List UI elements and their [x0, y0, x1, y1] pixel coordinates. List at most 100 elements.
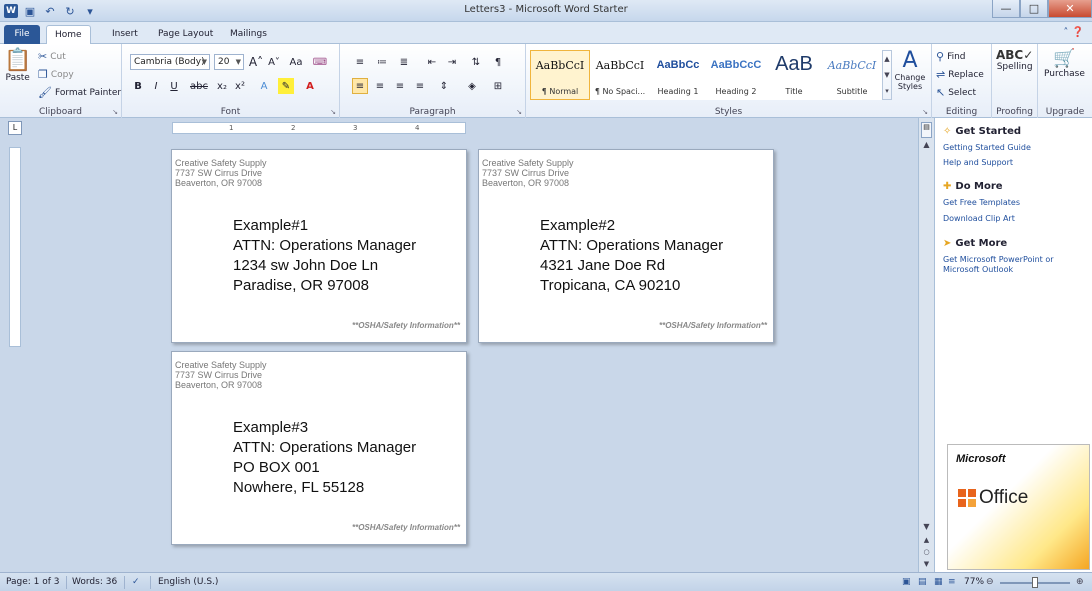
align-right-icon[interactable]: ≡	[392, 78, 408, 94]
multilevel-list-icon[interactable]: ≣	[396, 54, 412, 70]
style-no-spacing[interactable]: AaBbCcI ¶ No Spaci...	[590, 50, 650, 100]
scroll-up-icon[interactable]: ▲	[920, 140, 933, 152]
increase-indent-icon[interactable]: ⇥	[444, 54, 460, 70]
justify-icon[interactable]: ≡	[412, 78, 428, 94]
style-heading-2[interactable]: AaBbCcC Heading 2	[706, 50, 766, 100]
cut-button[interactable]: ✂ Cut	[38, 50, 66, 63]
subscript-icon[interactable]: x₂	[214, 78, 230, 94]
get-free-templates-link[interactable]: Get Free Templates	[943, 198, 1091, 208]
font-size-combo[interactable]: 20 ▼	[214, 54, 244, 70]
zoom-out-icon[interactable]: ⊖	[986, 577, 994, 587]
getting-started-guide-link[interactable]: Getting Started Guide	[943, 143, 1091, 153]
replace-icon: ⇌	[936, 68, 946, 81]
vertical-scrollbar[interactable]: ▤ ▲ ▼ ▲ ○ ▼	[918, 118, 934, 572]
zoom-level[interactable]: 77%	[964, 577, 984, 587]
language-indicator[interactable]: English (U.S.)	[158, 577, 218, 587]
tab-home[interactable]: Home	[46, 25, 91, 44]
text-effects-icon[interactable]: A	[256, 78, 272, 94]
style-subtitle[interactable]: AaBbCcI Subtitle	[822, 50, 882, 100]
previous-page-icon[interactable]: ▲	[920, 536, 933, 546]
word-count[interactable]: Words: 36	[72, 577, 117, 587]
help-and-support-link[interactable]: Help and Support	[943, 158, 1091, 168]
minimize-button[interactable]: —	[992, 0, 1020, 18]
underline-icon[interactable]: U	[166, 78, 182, 94]
show-formatting-icon[interactable]: ¶	[490, 54, 506, 70]
bullets-icon[interactable]: ≡	[352, 54, 368, 70]
copy-button[interactable]: ❐ Copy	[38, 68, 74, 81]
get-microsoft-apps-link[interactable]: Get Microsoft PowerPoint or Microsoft Ou…	[943, 255, 1091, 275]
full-screen-reading-icon[interactable]: ▤	[918, 577, 927, 587]
find-button[interactable]: ⚲ Find	[936, 50, 966, 63]
web-layout-icon[interactable]: ▦	[934, 577, 943, 587]
italic-icon[interactable]: I	[148, 78, 164, 94]
horizontal-ruler[interactable]: 1 2 3 4	[172, 122, 466, 134]
highlight-icon[interactable]: ✎	[278, 78, 294, 94]
page-1[interactable]: Creative Safety Supply 7737 SW Cirrus Dr…	[171, 149, 467, 343]
ruler-toggle-icon[interactable]: ▤	[921, 122, 932, 138]
superscript-icon[interactable]: x²	[232, 78, 248, 94]
paste-button[interactable]: 📋 Paste	[4, 48, 31, 83]
divider	[66, 576, 67, 589]
clipboard-group-label: Clipboard	[39, 107, 82, 117]
zoom-slider[interactable]	[1000, 577, 1070, 588]
vertical-ruler[interactable]	[9, 147, 21, 347]
font-name-combo[interactable]: Cambria (Body) ▼	[130, 54, 210, 70]
draft-view-icon[interactable]: ≡	[948, 577, 956, 587]
spelling-button[interactable]: ABC✓ Spelling	[996, 48, 1033, 72]
page-count[interactable]: Page: 1 of 3	[6, 577, 60, 587]
sort-icon[interactable]: ⇅	[468, 54, 484, 70]
align-left-icon[interactable]: ≡	[352, 78, 368, 94]
chevron-down-icon: ▼	[235, 58, 241, 66]
tab-mailings[interactable]: Mailings	[222, 25, 275, 44]
change-case-icon[interactable]: Aa	[288, 54, 304, 70]
dialog-launcher-icon[interactable]: ↘	[112, 108, 118, 116]
page-3[interactable]: Creative Safety Supply 7737 SW Cirrus Dr…	[171, 351, 467, 545]
scroll-down-icon[interactable]: ▼	[920, 522, 933, 534]
close-button[interactable]: ✕	[1048, 0, 1092, 18]
tab-insert[interactable]: Insert	[104, 25, 146, 44]
shrink-font-icon[interactable]: A˅	[266, 54, 282, 70]
clear-formatting-icon[interactable]: ⌨	[312, 54, 328, 70]
tab-file[interactable]: File	[4, 25, 40, 44]
window-controls: — □ ✕	[992, 0, 1092, 18]
dialog-launcher-icon[interactable]: ↘	[330, 108, 336, 116]
select-browse-object-icon[interactable]: ○	[920, 548, 933, 558]
style-heading-1[interactable]: AaBbCc Heading 1	[648, 50, 708, 100]
purchase-button[interactable]: 🛒 Purchase	[1044, 48, 1085, 79]
change-styles-button[interactable]: A Change Styles	[892, 48, 928, 91]
cursor-icon: ↖	[936, 86, 946, 99]
print-layout-icon[interactable]: ▣	[902, 577, 911, 587]
tab-selector[interactable]: L	[8, 121, 22, 135]
dialog-launcher-icon[interactable]: ↘	[922, 108, 928, 116]
page-2[interactable]: Creative Safety Supply 7737 SW Cirrus Dr…	[478, 149, 774, 343]
grow-font-icon[interactable]: A˄	[248, 54, 264, 70]
editing-group: ⚲ Find ⇌ Replace ↖ Select Editing	[932, 44, 992, 118]
download-clip-art-link[interactable]: Download Clip Art	[943, 214, 1091, 224]
ribbon-minimize-icon[interactable]: ˄ ❓	[1063, 27, 1084, 38]
style-title[interactable]: AaB Title	[764, 50, 824, 100]
next-page-icon[interactable]: ▼	[920, 560, 933, 570]
decrease-indent-icon[interactable]: ⇤	[424, 54, 440, 70]
dialog-launcher-icon[interactable]: ↘	[516, 108, 522, 116]
zoom-slider-thumb[interactable]	[1032, 577, 1038, 588]
line-spacing-icon[interactable]: ⇕	[436, 78, 452, 94]
styles-gallery-scroll[interactable]: ▲ ▼ ▾	[882, 50, 892, 100]
office-advertisement[interactable]: Microsoft Office	[947, 444, 1090, 570]
style-normal[interactable]: AaBbCcI ¶ Normal	[530, 50, 590, 100]
format-painter-button[interactable]: 🖌 Format Painter	[38, 86, 121, 99]
zoom-in-icon[interactable]: ⊕	[1076, 577, 1084, 587]
borders-icon[interactable]: ⊞	[490, 78, 506, 94]
align-center-icon[interactable]: ≡	[372, 78, 388, 94]
strikethrough-icon[interactable]: abc	[188, 78, 210, 94]
maximize-button[interactable]: □	[1020, 0, 1048, 18]
proofing-status-icon[interactable]: ✓	[132, 577, 140, 587]
bold-icon[interactable]: B	[130, 78, 146, 94]
plus-icon: ✚	[943, 181, 952, 192]
numbering-icon[interactable]: ≔	[374, 54, 390, 70]
footer-note: **OSHA/Safety Information**	[351, 523, 460, 532]
font-color-icon[interactable]: A	[302, 78, 318, 94]
replace-button[interactable]: ⇌ Replace	[936, 68, 984, 81]
shading-icon[interactable]: ◈	[464, 78, 480, 94]
tab-page-layout[interactable]: Page Layout	[150, 25, 221, 44]
select-button[interactable]: ↖ Select	[936, 86, 976, 99]
